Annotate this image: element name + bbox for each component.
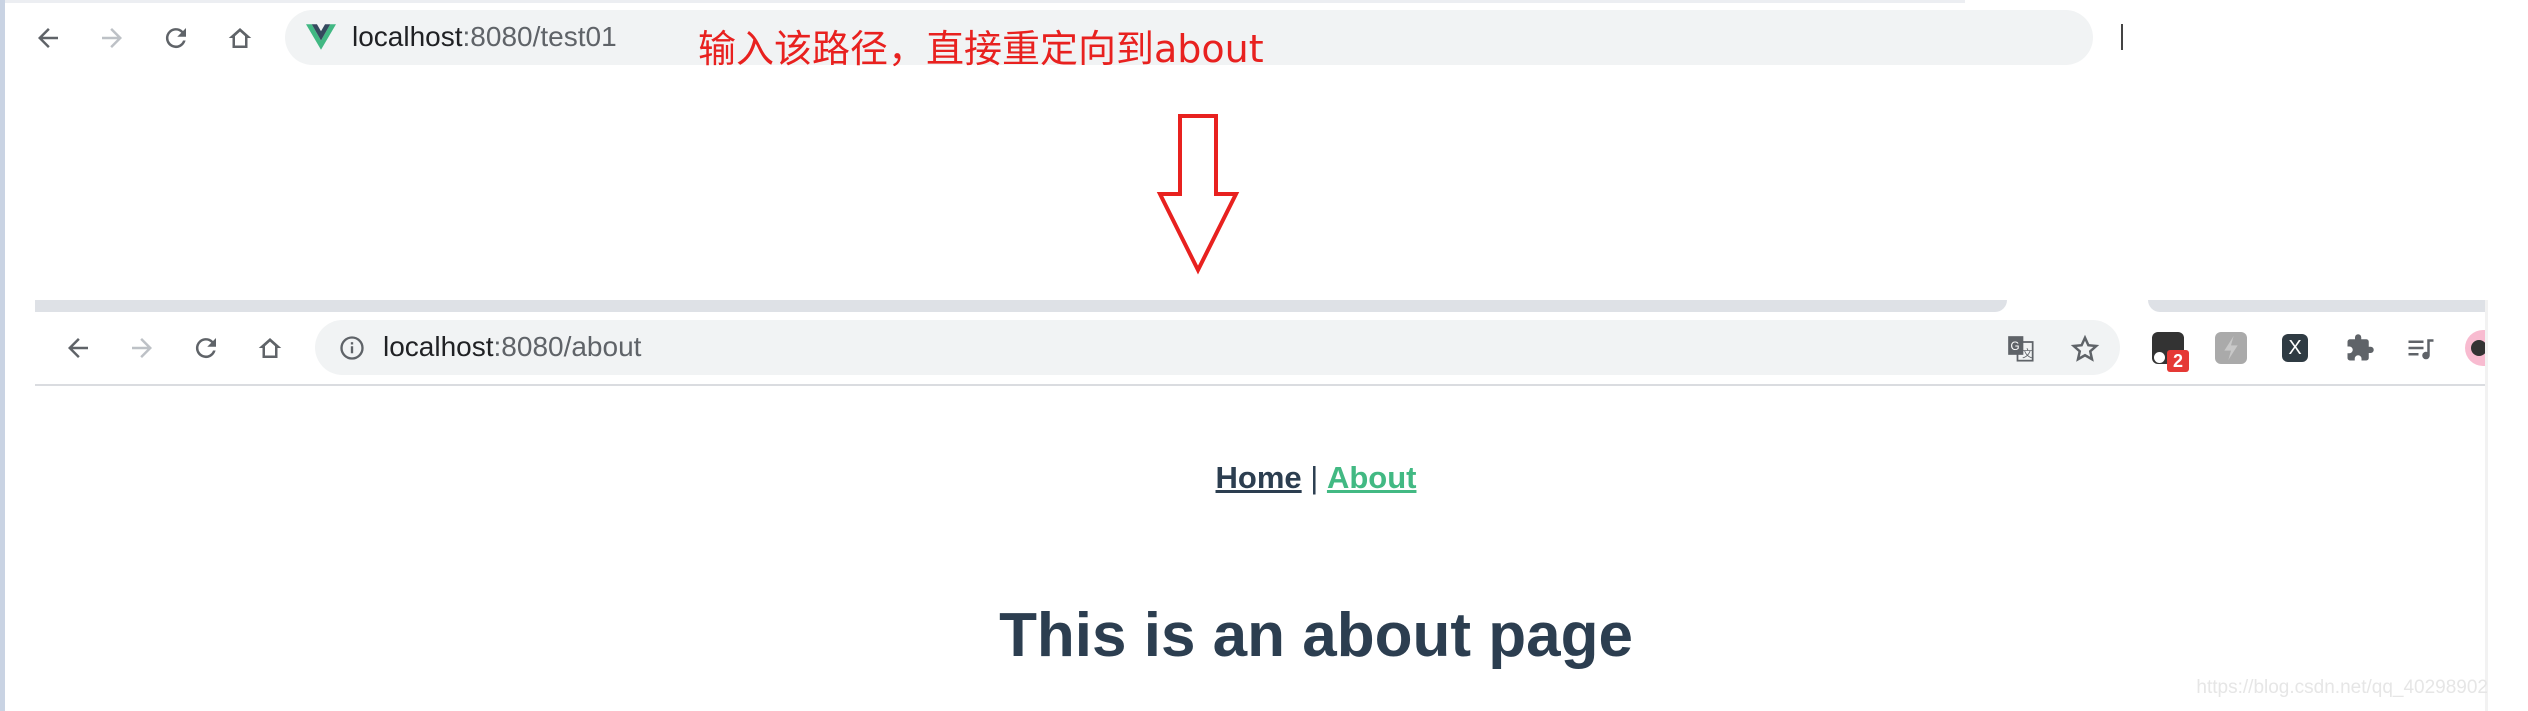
nav-about-link[interactable]: About — [1327, 460, 1417, 495]
home-icon[interactable] — [252, 330, 288, 366]
url-host: localhost — [383, 331, 494, 362]
reload-icon[interactable] — [158, 20, 194, 56]
tabstrip — [35, 300, 2007, 312]
extension-badge: 2 — [2167, 350, 2189, 372]
down-arrow-icon — [1156, 114, 1240, 275]
nav-separator: | — [1301, 460, 1327, 495]
watermark: https://blog.csdn.net/qq_40298902 — [2196, 677, 2488, 698]
svg-text:文: 文 — [2022, 347, 2033, 360]
vue-logo-icon — [305, 22, 337, 52]
annotation-text: 输入该路径，直接重定向到about — [698, 27, 1264, 71]
back-icon[interactable] — [30, 20, 66, 56]
extensions-puzzle-icon[interactable] — [2342, 330, 2378, 366]
page-nav: Home | About — [0, 460, 2528, 496]
url-path: :8080/about — [493, 331, 642, 362]
lightning-extension-icon[interactable] — [2215, 332, 2247, 364]
media-queue-icon[interactable] — [2403, 330, 2439, 366]
url-host: localhost — [352, 21, 463, 52]
forward-icon[interactable] — [124, 330, 160, 366]
svg-text:G: G — [2011, 340, 2020, 353]
tabstrip-edge — [5, 0, 1965, 3]
url-text: localhost:8080/test01 — [352, 21, 617, 53]
divider — [2121, 24, 2123, 50]
reload-icon[interactable] — [188, 330, 224, 366]
x-extension-icon[interactable]: X — [2282, 334, 2308, 362]
bookmark-star-icon[interactable] — [2068, 332, 2102, 366]
extension-icon[interactable]: 2 — [2152, 332, 2189, 372]
tabstrip — [2148, 300, 2485, 312]
url-text: localhost:8080/about — [383, 331, 641, 363]
profile-avatar[interactable] — [2465, 330, 2485, 366]
info-icon[interactable] — [336, 332, 368, 364]
url-path: :8080/test01 — [462, 21, 617, 52]
page-heading: This is an about page — [999, 601, 1633, 670]
forward-icon[interactable] — [94, 20, 130, 56]
nav-home-link[interactable]: Home — [1216, 460, 1302, 495]
translate-icon[interactable]: G文 — [2004, 332, 2038, 366]
back-icon[interactable] — [60, 330, 96, 366]
toolbar-border — [35, 384, 2485, 386]
home-icon[interactable] — [222, 20, 258, 56]
